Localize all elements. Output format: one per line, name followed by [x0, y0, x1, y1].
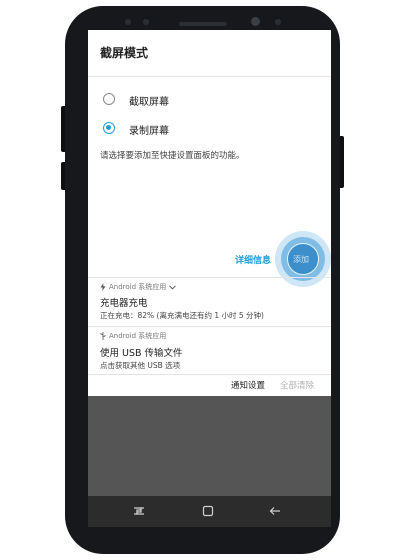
navigation-bar: [88, 496, 331, 527]
back-icon[interactable]: [268, 504, 282, 518]
notification-source: Android 系统应用: [100, 282, 177, 292]
details-button[interactable]: 详细信息: [235, 253, 271, 266]
dialog-bottom-divider: [88, 277, 331, 278]
usb-icon: [100, 332, 106, 340]
radio-record[interactable]: [103, 122, 115, 134]
notification-title: 使用 USB 传输文件: [100, 348, 183, 359]
option-record-label: 录制屏幕: [129, 126, 169, 137]
dialog-title: 截屏模式: [100, 46, 149, 60]
clear-all-button[interactable]: 全部清除: [280, 379, 314, 391]
front-camera: [251, 17, 260, 26]
notification-source: Android 系统应用: [100, 331, 166, 341]
dialog-hint: 请选择要添加至快捷设置面板的功能。: [100, 151, 245, 161]
recent-apps-icon[interactable]: [132, 504, 146, 518]
notification-title: 充电器充电: [100, 298, 148, 309]
actions-divider: [88, 374, 331, 375]
notification-body: 点击获取其他 USB 选项: [100, 361, 181, 370]
chevron-down-icon[interactable]: [169, 284, 177, 290]
notification-source-label: Android 系统应用: [109, 332, 167, 340]
notification-source-label: Android 系统应用: [109, 283, 167, 291]
volume-up-key: [61, 106, 65, 152]
add-button-label: 添加: [293, 255, 309, 264]
option-screenshot-label: 截取屏幕: [129, 97, 169, 108]
home-icon[interactable]: [201, 504, 215, 518]
proximity-sensor: [275, 19, 281, 25]
screen: 截屏模式 截取屏幕 录制屏幕 请选择要添加至快捷设置面板的功能。 详细信息 添加…: [88, 30, 331, 527]
bixby-key: [61, 162, 65, 190]
notification-divider: [88, 326, 331, 327]
iris-sensor: [143, 19, 149, 25]
power-key: [340, 136, 344, 188]
notification-settings-button[interactable]: 通知设置: [231, 379, 265, 391]
radio-screenshot[interactable]: [103, 93, 115, 105]
notification-body: 正在充电：82% (离充满电还有约 1 小时 5 分钟): [100, 311, 264, 320]
front-sensor: [125, 19, 131, 25]
title-divider: [88, 76, 331, 77]
earpiece: [179, 22, 227, 26]
lightning-icon: [100, 283, 106, 291]
